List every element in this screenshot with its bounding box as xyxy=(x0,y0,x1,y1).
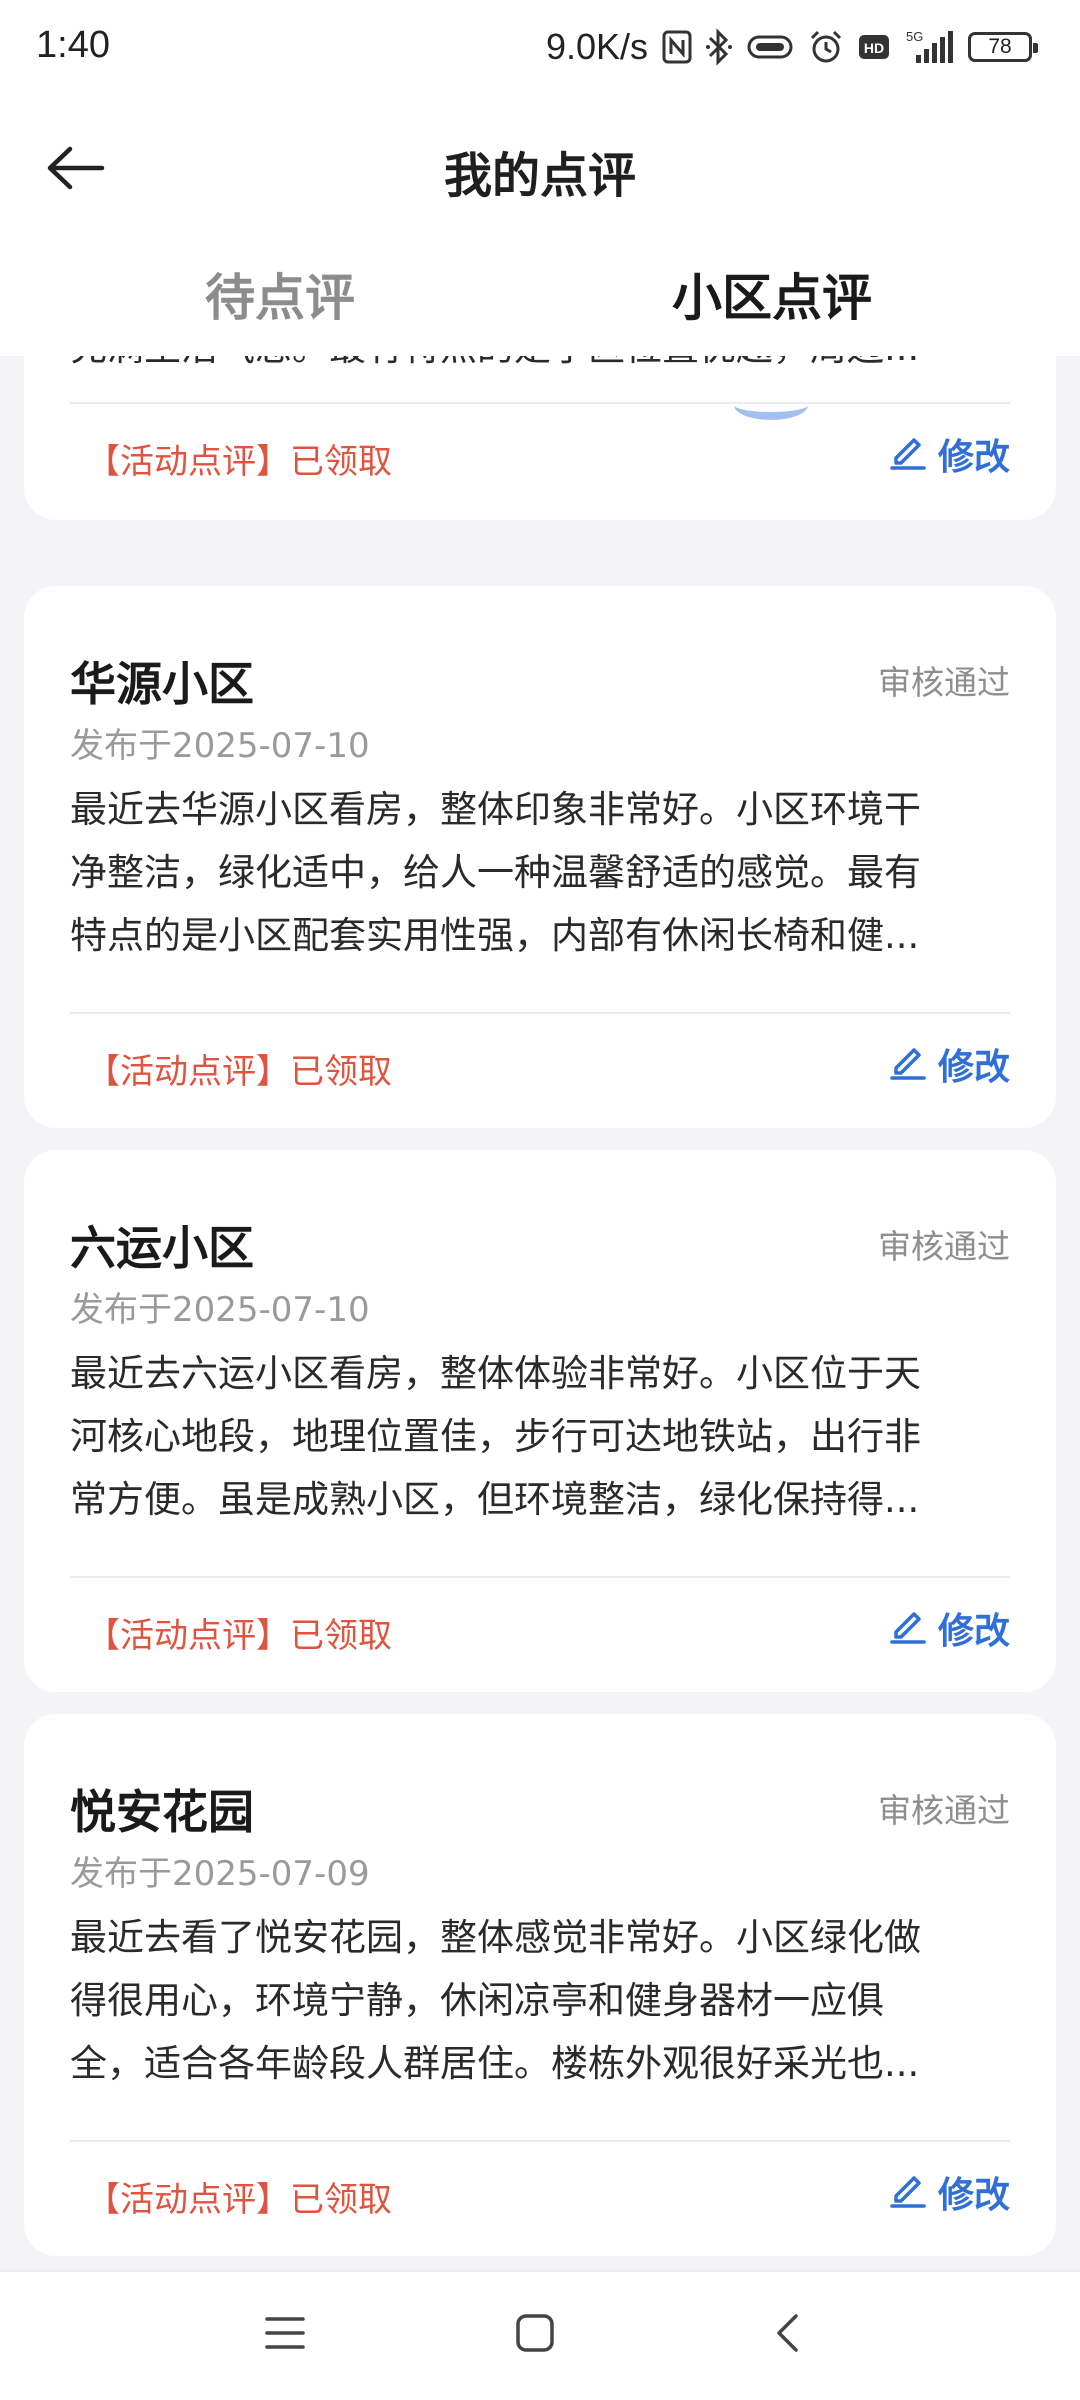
edit-label: 修改 xyxy=(937,1047,1010,1088)
card-divider xyxy=(70,402,1010,404)
nav-menu-button[interactable] xyxy=(250,2300,320,2370)
nav-home-button[interactable] xyxy=(500,2300,570,2370)
review-status: 审核通过 xyxy=(878,1227,1010,1266)
review-text-line: 最近去华源小区看房，整体印象非常好。小区环境干 xyxy=(70,788,921,831)
status-icons: 9.0K/s HD 5G 78 xyxy=(545,22,1038,72)
page-title: 我的点评 xyxy=(443,148,636,204)
activity-tag: 【活动点评】已领取 xyxy=(86,1616,392,1656)
status-bar: 1:40 9.0K/s HD 5G 78 xyxy=(0,0,1080,96)
activity-tag: 【活动点评】已领取 xyxy=(86,1052,392,1092)
review-text-line: 净整洁，绿化适中，给人一种温馨舒适的感觉。最有 xyxy=(70,851,921,894)
network-speed: 9.0K/s xyxy=(545,26,648,67)
svg-text:HD: HD xyxy=(864,40,884,56)
review-status: 审核通过 xyxy=(878,663,1010,702)
edit-pencil-icon xyxy=(888,2168,928,2217)
edit-pencil-icon xyxy=(888,1040,928,1089)
review-status: 审核通过 xyxy=(878,1791,1010,1830)
status-time: 1:40 xyxy=(36,24,110,66)
review-text-line: 常方便。虽是成熟小区，但环境整洁，绿化保持得... xyxy=(70,1478,920,1521)
community-name: 悦安花园 xyxy=(70,1785,254,1839)
menu-icon xyxy=(264,2315,306,2355)
battery-icon: 78 xyxy=(968,32,1038,62)
edit-button[interactable]: 修改 xyxy=(888,1602,1010,1654)
signal-icon: 5G xyxy=(904,29,954,65)
card-divider xyxy=(70,2140,1010,2142)
edit-label: 修改 xyxy=(937,1611,1010,1652)
card-divider xyxy=(70,1576,1010,1578)
review-text-line: 充满生活气息。最有特点的是小区位置优越，周边... xyxy=(70,356,1020,379)
review-card-partial: 充满生活气息。最有特点的是小区位置优越，周边... 【活动点评】已领取 修改 xyxy=(24,356,1056,520)
nfc-icon xyxy=(662,30,692,64)
review-text-line: 得很用心，环境宁静，休闲凉亭和健身器材一应俱 xyxy=(70,1979,884,2022)
active-tab-indicator xyxy=(734,390,808,420)
review-text: 充满生活气息。最有特点的是小区位置优越，周边... xyxy=(70,356,1020,379)
system-nav-bar xyxy=(0,2270,1080,2400)
edit-label: 修改 xyxy=(937,437,1010,478)
edit-button[interactable]: 修改 xyxy=(888,1038,1010,1090)
review-text: 最近去六运小区看房，整体体验非常好。小区位于天 河核心地段，地理位置佳，步行可达… xyxy=(70,1342,1020,1531)
activity-tag: 【活动点评】已领取 xyxy=(86,2180,392,2220)
home-square-icon xyxy=(515,2313,555,2357)
community-name: 六运小区 xyxy=(70,1221,254,1275)
header: 我的点评 待点评 小区点评 xyxy=(0,96,1080,420)
review-text-line: 河核心地段，地理位置佳，步行可达地铁站，出行非 xyxy=(70,1415,921,1458)
community-name: 华源小区 xyxy=(70,657,254,711)
svg-text:5G: 5G xyxy=(906,29,923,44)
review-card[interactable]: 悦安花园 审核通过 发布于2025-07-09 最近去看了悦安花园，整体感觉非常… xyxy=(24,1714,1056,2256)
link-icon xyxy=(746,32,794,62)
tab-community-review[interactable]: 小区点评 xyxy=(572,258,972,330)
edit-button[interactable]: 修改 xyxy=(888,428,1010,480)
edit-pencil-icon xyxy=(888,430,928,479)
review-card[interactable]: 六运小区 审核通过 发布于2025-07-10 最近去六运小区看房，整体体验非常… xyxy=(24,1150,1056,1692)
bluetooth-icon xyxy=(706,28,732,66)
hd-icon: HD xyxy=(858,33,890,61)
tab-pending-review[interactable]: 待点评 xyxy=(80,258,480,330)
review-text-line: 最近去看了悦安花园，整体感觉非常好。小区绿化做 xyxy=(70,1916,921,1959)
card-divider xyxy=(70,1012,1010,1014)
review-list[interactable]: 充满生活气息。最有特点的是小区位置优越，周边... 【活动点评】已领取 修改 华… xyxy=(0,356,1080,2270)
back-chevron-icon xyxy=(774,2312,800,2358)
edit-label: 修改 xyxy=(937,2175,1010,2216)
publish-date: 发布于2025-07-10 xyxy=(70,1290,370,1330)
alarm-icon xyxy=(808,29,844,65)
edit-button[interactable]: 修改 xyxy=(888,2166,1010,2218)
review-text: 最近去看了悦安花园，整体感觉非常好。小区绿化做 得很用心，环境宁静，休闲凉亭和健… xyxy=(70,1906,1020,2095)
review-text: 最近去华源小区看房，整体印象非常好。小区环境干 净整洁，绿化适中，给人一种温馨舒… xyxy=(70,778,1020,967)
review-card[interactable]: 华源小区 审核通过 发布于2025-07-10 最近去华源小区看房，整体印象非常… xyxy=(24,586,1056,1128)
nav-back-button[interactable] xyxy=(752,2300,822,2370)
publish-date: 发布于2025-07-09 xyxy=(70,1854,370,1894)
review-text-line: 全，适合各年龄段人群居住。楼栋外观很好采光也... xyxy=(70,2042,920,2085)
edit-pencil-icon xyxy=(888,1604,928,1653)
publish-date: 发布于2025-07-10 xyxy=(70,726,370,766)
activity-tag: 【活动点评】已领取 xyxy=(86,442,392,482)
review-text-line: 特点的是小区配套实用性强，内部有休闲长椅和健... xyxy=(70,914,920,957)
review-text-line: 最近去六运小区看房，整体体验非常好。小区位于天 xyxy=(70,1352,921,1395)
